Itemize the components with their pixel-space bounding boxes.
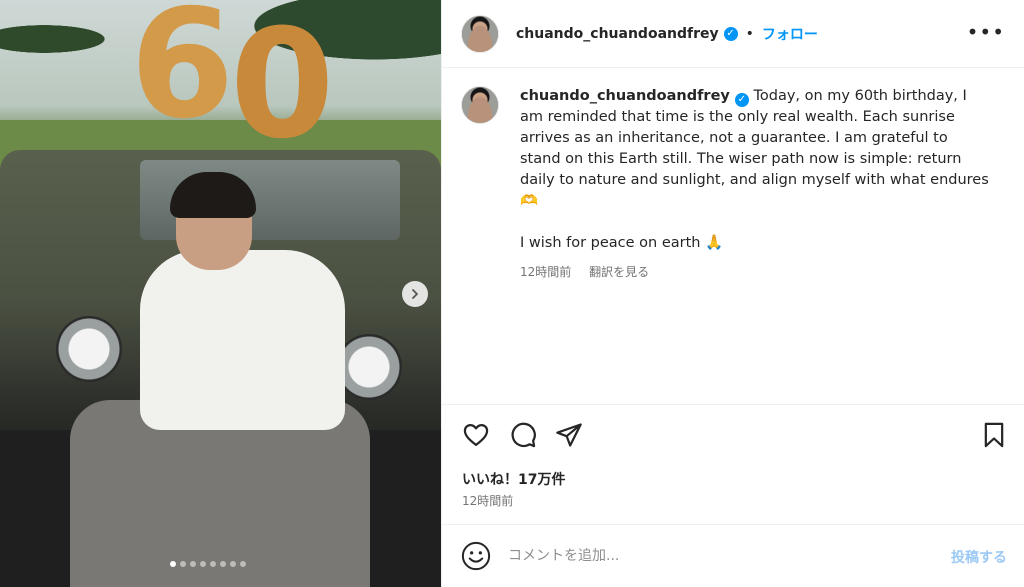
verified-badge-icon: ✓: [723, 26, 738, 41]
header-username[interactable]: chuando_chuandoandfrey: [516, 26, 719, 42]
caption-line-1: Today, on my 60th birthday, I am reminde…: [520, 88, 989, 209]
photo-headlight-left: [56, 316, 122, 382]
balloon-six: 6: [130, 0, 235, 152]
caption-text: chuando_chuandoandfrey ✓ Today, on my 60t…: [520, 86, 990, 212]
more-options-icon[interactable]: •••: [967, 22, 1005, 42]
action-bar: [442, 404, 1024, 464]
avatar[interactable]: [461, 14, 499, 53]
carousel-next-button[interactable]: [402, 281, 428, 307]
emoji-icon[interactable]: [461, 541, 491, 571]
post-header: chuando_chuandoandfrey ✓ • フォロー •••: [442, 0, 1024, 68]
share-button[interactable]: [555, 421, 583, 449]
carousel-dots: [170, 561, 246, 567]
translate-link[interactable]: 翻訳を見る: [589, 265, 649, 279]
like-button[interactable]: [462, 421, 490, 449]
save-button[interactable]: [980, 421, 1008, 449]
caption-meta: 12時間前 翻訳を見る: [520, 262, 990, 283]
caption-verified-badge-icon: ✓: [734, 93, 749, 107]
photo-person-shirt: [140, 250, 345, 430]
comment-icon: [511, 422, 536, 448]
post-panel: chuando_chuandoandfrey ✓ • フォロー ••• chua…: [441, 0, 1024, 587]
post-timestamp: 12時間前: [462, 494, 514, 508]
bookmark-icon: [984, 422, 1004, 448]
chevron-right-icon: [412, 289, 418, 299]
carousel-dot: [220, 561, 226, 567]
caption-time: 12時間前: [520, 265, 572, 279]
header-separator: •: [745, 25, 754, 42]
post-photo[interactable]: 6 0: [0, 0, 441, 587]
post-caption: chuando_chuandoandfrey ✓ Today, on my 60t…: [461, 86, 1006, 283]
balloon-zero: 0: [230, 0, 335, 172]
share-icon: [556, 423, 582, 447]
caption-username[interactable]: chuando_chuandoandfrey: [520, 88, 730, 104]
comment-input[interactable]: [508, 548, 928, 564]
carousel-dot: [230, 561, 236, 567]
carousel-dot: [180, 561, 186, 567]
heart-icon: [463, 423, 489, 447]
carousel-dot: [200, 561, 206, 567]
comment-bar: 投稿する: [442, 524, 1024, 587]
photo-headlight-right: [336, 334, 402, 400]
carousel-dot: [190, 561, 196, 567]
carousel-dot: [170, 561, 176, 567]
likes-count[interactable]: いいね！17万件: [462, 469, 565, 489]
caption-line-2: I wish for peace on earth 🙏: [520, 235, 724, 251]
comment-button[interactable]: [509, 421, 537, 449]
follow-button[interactable]: フォロー: [762, 24, 818, 44]
caption-avatar[interactable]: [461, 86, 499, 124]
post-comment-button[interactable]: 投稿する: [951, 547, 1007, 567]
carousel-dot: [210, 561, 216, 567]
carousel-dot: [240, 561, 246, 567]
